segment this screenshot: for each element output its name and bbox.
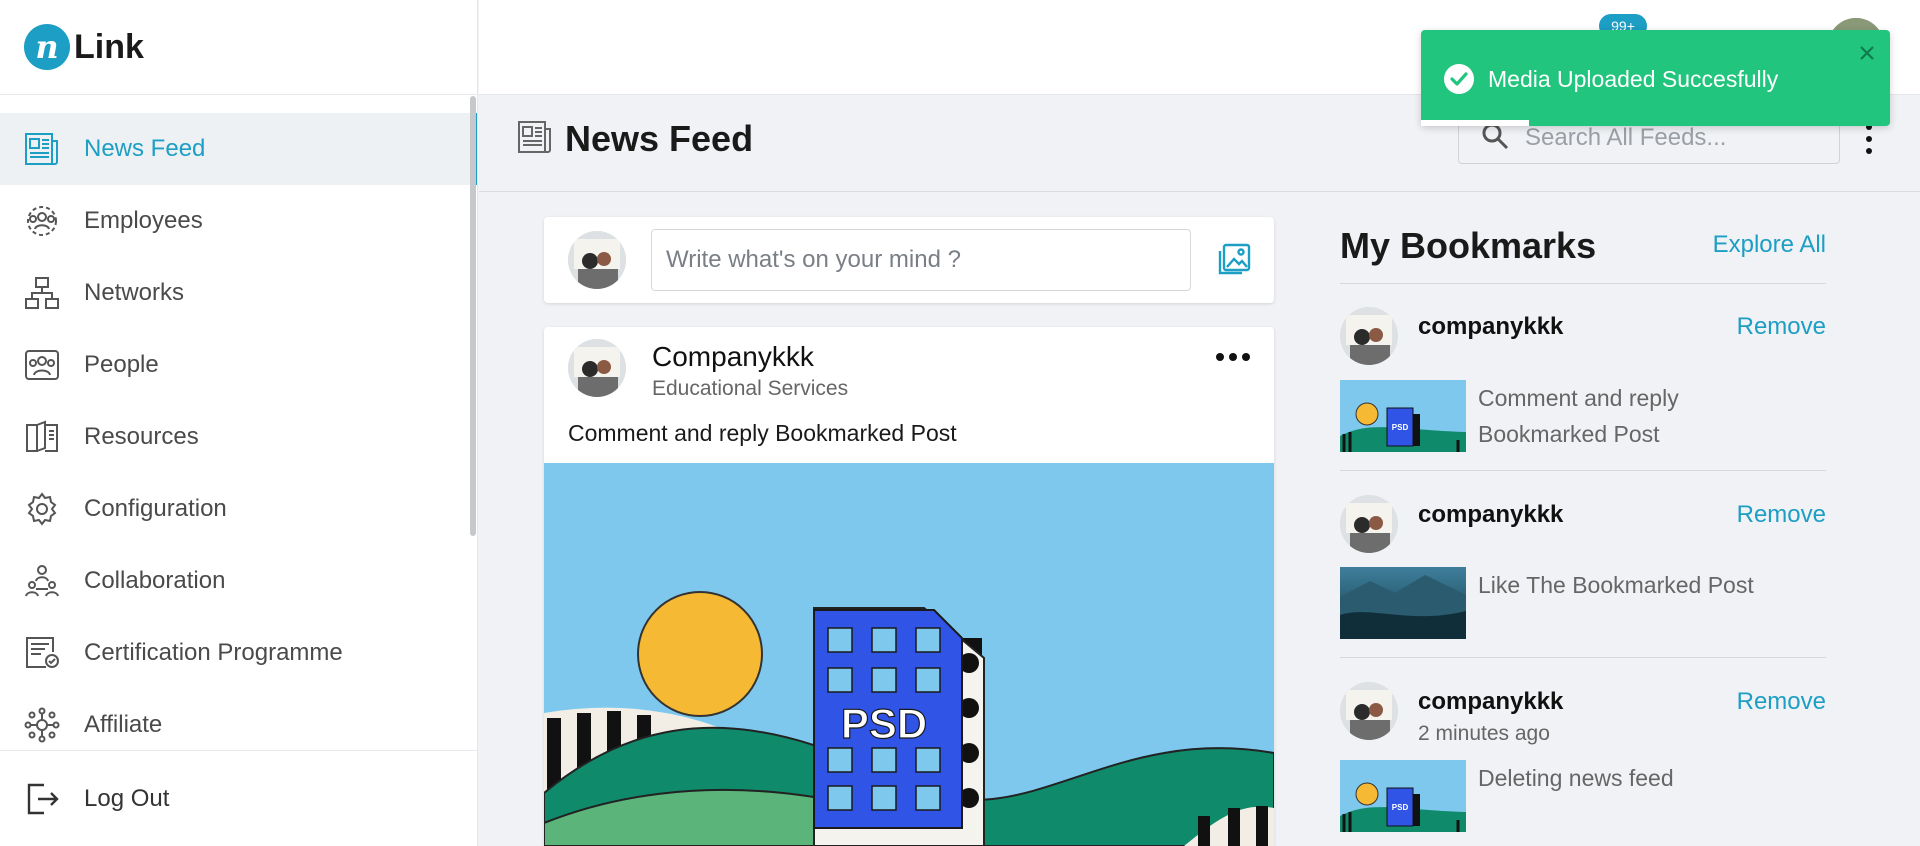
post-text: Comment and reply Bookmarked Post: [568, 420, 957, 446]
bookmark-author[interactable]: companykkk: [1418, 688, 1563, 716]
logo-mark: n: [24, 24, 70, 70]
svg-text:PSD: PSD: [1392, 803, 1409, 812]
divider: [1340, 283, 1826, 284]
sidebar-item-label: Employees: [84, 207, 203, 234]
bookmark-thumbnail[interactable]: [1340, 567, 1466, 639]
avatar: [568, 231, 626, 289]
svg-text:PSD: PSD: [1392, 423, 1409, 432]
check-circle-icon: [1443, 63, 1475, 95]
close-icon[interactable]: [1858, 44, 1876, 62]
newspaper-icon: [24, 131, 60, 167]
post-subtitle: Educational Services: [652, 377, 849, 400]
logout-icon: [24, 781, 60, 817]
sidebar-item-employees[interactable]: Employees: [0, 185, 477, 257]
sidebar-item-label: Resources: [84, 423, 199, 450]
explore-all-link[interactable]: Explore All: [1713, 231, 1826, 259]
employees-icon: [24, 203, 60, 239]
remove-bookmark-button[interactable]: Remove: [1737, 313, 1826, 341]
logout-label: Log Out: [84, 784, 170, 812]
bookmark-text[interactable]: Like The Bookmarked Post: [1478, 567, 1808, 603]
bookmark-text[interactable]: Deleting news feed: [1478, 760, 1808, 796]
toast-message: Media Uploaded Succesfully: [1488, 66, 1779, 92]
sidebar-scrollbar[interactable]: [470, 96, 476, 536]
post-author[interactable]: Companykkk: [652, 341, 814, 373]
avatar[interactable]: [568, 339, 626, 397]
collaboration-icon: [24, 563, 60, 599]
gear-icon: [24, 491, 60, 527]
sidebar-item-label: Networks: [84, 279, 185, 306]
logo-text: Link: [74, 27, 144, 66]
more-options-icon[interactable]: [1862, 124, 1876, 154]
success-toast: Media Uploaded Succesfully: [1421, 30, 1890, 126]
divider: [1340, 657, 1826, 658]
certificate-icon: [24, 635, 60, 671]
toast-progress-bar: [1421, 120, 1529, 126]
bookmark-text[interactable]: Comment and reply Bookmarked Post: [1478, 380, 1808, 452]
sidebar-item-label: Collaboration: [84, 567, 226, 594]
search-input[interactable]: [1525, 124, 1825, 152]
avatar[interactable]: [1340, 682, 1398, 740]
divider: [1340, 470, 1826, 471]
remove-bookmark-button[interactable]: Remove: [1737, 501, 1826, 529]
post-composer: [544, 217, 1274, 303]
page-title-group: News Feed: [517, 118, 753, 160]
sidebar: n Link News Feed Employees Networks Peop…: [0, 0, 478, 846]
remove-bookmark-button[interactable]: Remove: [1737, 688, 1826, 716]
post-composer-input[interactable]: [651, 229, 1191, 291]
sidebar-item-label: News Feed: [84, 135, 206, 162]
bookmark-thumbnail[interactable]: PSD: [1340, 380, 1466, 452]
sidebar-item-label: Certification Programme: [84, 639, 343, 666]
bookmark-time: 2 minutes ago: [1418, 722, 1550, 745]
post-image-text: PSD: [841, 700, 927, 747]
sidebar-item-networks[interactable]: Networks: [0, 257, 477, 329]
sidebar-item-label: Configuration: [84, 495, 227, 522]
sidebar-item-news-feed[interactable]: News Feed: [0, 113, 477, 185]
affiliate-icon: [24, 707, 60, 743]
sidebar-item-label: People: [84, 351, 159, 378]
sidebar-item-people[interactable]: People: [0, 329, 477, 401]
bookmark-thumbnail[interactable]: PSD: [1340, 760, 1466, 832]
network-icon: [24, 275, 60, 311]
post-options-icon[interactable]: [1216, 353, 1250, 363]
image-upload-icon[interactable]: [1216, 241, 1252, 277]
book-icon: [24, 419, 60, 455]
avatar[interactable]: [1340, 495, 1398, 553]
newspaper-icon: [517, 119, 553, 160]
bookmark-author[interactable]: companykkk: [1418, 313, 1563, 341]
feed-post: Companykkk Educational Services Comment …: [544, 327, 1274, 846]
sidebar-item-certification[interactable]: Certification Programme: [0, 617, 477, 689]
sidebar-item-collaboration[interactable]: Collaboration: [0, 545, 477, 617]
search-icon: [1481, 122, 1509, 155]
bookmark-author[interactable]: companykkk: [1418, 501, 1563, 529]
sidebar-item-label: Affiliate: [84, 711, 163, 738]
post-image[interactable]: PSD: [544, 463, 1274, 846]
sidebar-nav: News Feed Employees Networks People Reso…: [0, 113, 477, 761]
page-title: News Feed: [565, 118, 754, 159]
logout-button[interactable]: Log Out: [0, 750, 477, 846]
bookmarks-title: My Bookmarks: [1340, 225, 1597, 266]
sidebar-item-configuration[interactable]: Configuration: [0, 473, 477, 545]
sidebar-item-resources[interactable]: Resources: [0, 401, 477, 473]
logo[interactable]: n Link: [0, 0, 477, 95]
avatar[interactable]: [1340, 307, 1398, 365]
people-icon: [24, 347, 60, 383]
